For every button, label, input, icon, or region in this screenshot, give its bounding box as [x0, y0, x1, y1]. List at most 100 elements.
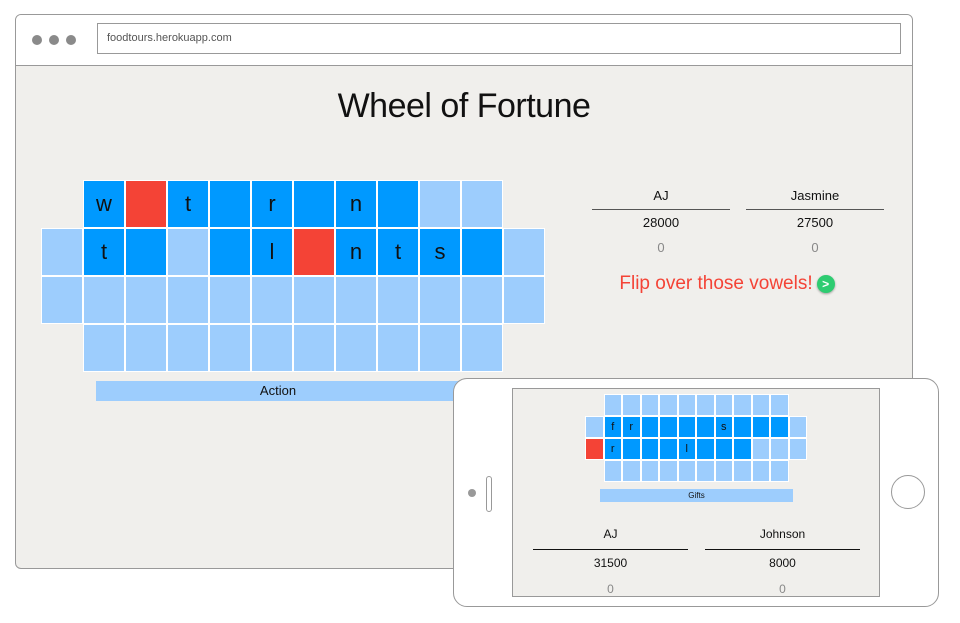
player-round-score: 0 [657, 240, 665, 255]
board-cell [41, 276, 83, 324]
board-cell: r [251, 180, 293, 228]
phone-speaker [486, 476, 492, 512]
board-cell [83, 276, 125, 324]
board-cell [503, 228, 545, 276]
phone-camera-dot [468, 489, 476, 497]
phone-board-cell [770, 394, 789, 416]
board-cell [167, 228, 209, 276]
phone-category-label: Gifts [600, 489, 793, 502]
board-cell [461, 324, 503, 372]
phone-board-cell [714, 460, 733, 482]
phone-board-cell [677, 416, 696, 438]
board-cell: w [83, 180, 125, 228]
board-cell: t [377, 228, 419, 276]
board-cell [209, 276, 251, 324]
phone-screen: fr s r l Gifts AJ 31500 0 Johnson 8000 0 [512, 388, 880, 597]
board-cell: t [83, 228, 125, 276]
phone-board-cell [751, 438, 770, 460]
board-cell [125, 228, 167, 276]
phone-board-cell [696, 438, 715, 460]
board-cell [461, 276, 503, 324]
player-score: 28000 [642, 215, 680, 230]
board-cell [41, 228, 83, 276]
board-cell [293, 324, 335, 372]
phone-board-cell [603, 460, 622, 482]
phone-board-cell: l [677, 438, 696, 460]
phone-board-cell [788, 416, 807, 438]
phone-board-cell [714, 438, 733, 460]
phone-player-card: Johnson 8000 0 [705, 525, 860, 596]
phone-board-cell [733, 394, 752, 416]
board-cell [503, 276, 545, 324]
board-cell: n [335, 228, 377, 276]
board-cell [461, 180, 503, 228]
phone-player-score: 31500 [593, 556, 628, 570]
phone-player-name: AJ [533, 525, 688, 550]
phone-board-cell [770, 416, 789, 438]
player-card: Jasmine 27500 0 [746, 187, 884, 260]
board-cell [377, 180, 419, 228]
phone-board-cell [696, 416, 715, 438]
board-cell [83, 324, 125, 372]
phone-board-cell [751, 416, 770, 438]
phone-board-cell [770, 460, 789, 482]
phone-player-score: 8000 [769, 556, 796, 570]
phone-home-button[interactable] [891, 475, 925, 509]
board-cell: s [419, 228, 461, 276]
board-cell [419, 324, 461, 372]
window-maximize-dot[interactable] [66, 35, 76, 45]
player-round-score: 0 [811, 240, 819, 255]
board-cell: t [167, 180, 209, 228]
player-score: 27500 [796, 215, 834, 230]
board-cell [125, 324, 167, 372]
board-cell [377, 276, 419, 324]
board-cell [209, 180, 251, 228]
board-cell [293, 180, 335, 228]
page-title: Wheel of Fortune [337, 87, 591, 125]
board-cell [335, 324, 377, 372]
phone-board-cell: f [603, 416, 622, 438]
phone-player-card: AJ 31500 0 [533, 525, 688, 596]
player-name: AJ [592, 187, 730, 210]
board-cell [419, 180, 461, 228]
phone-board-cell [677, 460, 696, 482]
phone-board-cell [696, 394, 715, 416]
board-cell [251, 324, 293, 372]
board-cell [167, 276, 209, 324]
board-cell [167, 324, 209, 372]
phone-board-cell [640, 394, 659, 416]
address-bar[interactable]: foodtours.herokuapp.com [97, 23, 901, 54]
phone-board-cell [770, 438, 789, 460]
message-text: Flip over those vowels! [619, 273, 813, 294]
phone-board-cell: r [622, 416, 641, 438]
next-button[interactable]: > [816, 274, 835, 293]
board-cell [125, 276, 167, 324]
phone-player-round-score: 0 [779, 582, 786, 596]
phone-board-cell [603, 394, 622, 416]
board-cell [419, 276, 461, 324]
game-message: Flip over those vowels! > [592, 273, 862, 295]
phone-board-cell [640, 416, 659, 438]
board-cell [293, 276, 335, 324]
phone-board-cell [751, 394, 770, 416]
window-close-dot[interactable] [32, 35, 42, 45]
category-label: Action [96, 381, 460, 401]
phone-board-cell [659, 438, 678, 460]
phone-board-cell [659, 460, 678, 482]
phone-player-name: Johnson [705, 525, 860, 550]
board-cell [125, 180, 167, 228]
phone-board-cell [622, 460, 641, 482]
board-cell [251, 276, 293, 324]
player-name: Jasmine [746, 187, 884, 210]
phone-board-cell [585, 416, 604, 438]
phone-board-cell [659, 394, 678, 416]
board-cell [209, 228, 251, 276]
phone-board-cell [622, 394, 641, 416]
phone-board-cell [696, 460, 715, 482]
phone-board-cell [714, 394, 733, 416]
phone-board-cell [622, 438, 641, 460]
phone-board-cell [733, 460, 752, 482]
phone-board-cell [677, 394, 696, 416]
window-minimize-dot[interactable] [49, 35, 59, 45]
phone-board-cell [788, 438, 807, 460]
